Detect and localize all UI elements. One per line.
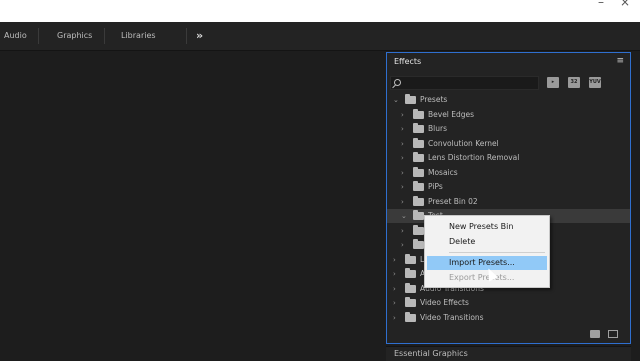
- chevron-right-icon[interactable]: ›: [401, 151, 404, 165]
- folder-icon: [405, 94, 416, 104]
- tree-item-pips[interactable]: › PiPs: [387, 180, 630, 194]
- chevron-right-icon[interactable]: ›: [393, 282, 396, 296]
- tree-item-presets[interactable]: ⌄ Presets: [387, 93, 630, 107]
- workspace-divider: [186, 28, 187, 44]
- tree-item-blurs[interactable]: › Blurs: [387, 122, 630, 136]
- panel-header: Effects ≡: [387, 53, 630, 73]
- folder-icon: [405, 311, 416, 322]
- chevron-right-icon[interactable]: ›: [401, 195, 404, 209]
- window-title-bar: – ×: [0, 0, 640, 22]
- workspace-tab-graphics[interactable]: Graphics: [57, 22, 92, 50]
- chevron-right-icon[interactable]: ›: [393, 296, 396, 310]
- workspace-tab-libraries[interactable]: Libraries: [121, 22, 156, 50]
- folder-icon: [413, 166, 424, 177]
- panel-menu-icon[interactable]: ≡: [616, 56, 624, 66]
- folder-icon: [413, 152, 424, 162]
- panel-title[interactable]: Effects: [394, 57, 421, 66]
- chevron-right-icon[interactable]: ›: [401, 166, 404, 180]
- chevron-right-icon[interactable]: ›: [401, 137, 404, 151]
- folder-icon: [413, 137, 424, 148]
- chevron-right-icon[interactable]: ›: [393, 267, 396, 281]
- folder-icon: [413, 239, 424, 249]
- chevron-right-icon[interactable]: ›: [401, 122, 404, 136]
- chevron-right-icon[interactable]: ›: [401, 180, 404, 194]
- accelerated-effects-icon[interactable]: ▸: [547, 77, 559, 88]
- workspace-divider: [104, 28, 105, 44]
- chevron-right-icon[interactable]: ›: [393, 311, 396, 325]
- tree-item-mosaics[interactable]: › Mosaics: [387, 166, 630, 180]
- 32bit-icon[interactable]: 32: [568, 77, 580, 88]
- tree-item-video-effects[interactable]: › Video Effects: [387, 296, 630, 310]
- tree-item-label: Video Transitions: [420, 312, 484, 322]
- chevron-down-icon[interactable]: ⌄: [401, 209, 407, 223]
- tree-item-label: PiPs: [428, 182, 443, 191]
- tree-item-convolution-kernel[interactable]: › Convolution Kernel: [387, 137, 630, 151]
- folder-icon: [405, 253, 416, 264]
- tree-item-label: Preset Bin 02: [428, 196, 478, 206]
- minimize-icon[interactable]: –: [598, 0, 604, 8]
- chevron-right-icon[interactable]: ›: [401, 238, 404, 252]
- folder-icon: [413, 108, 424, 119]
- panel-title[interactable]: Essential Graphics: [394, 349, 468, 358]
- tree-item-bevel-edges[interactable]: › Bevel Edges: [387, 108, 630, 122]
- folder-icon: [405, 297, 416, 307]
- tree-item-label: Presets: [420, 95, 448, 104]
- folder-icon: [413, 224, 424, 235]
- new-bin-icon[interactable]: [590, 330, 600, 338]
- tree-item-video-transitions[interactable]: › Video Transitions: [387, 311, 630, 325]
- menu-item-new-presets-bin[interactable]: New Presets Bin: [427, 220, 547, 234]
- chevron-down-icon[interactable]: ⌄: [393, 93, 399, 107]
- chevron-right-icon[interactable]: ›: [401, 108, 404, 122]
- trash-icon[interactable]: [608, 330, 618, 338]
- folder-icon: [413, 181, 424, 191]
- effects-search-input[interactable]: [390, 76, 539, 90]
- essential-graphics-panel: Essential Graphics: [386, 346, 631, 361]
- workspace-tab-audio[interactable]: Audio: [4, 22, 27, 50]
- folder-icon: [405, 282, 416, 293]
- tree-item-label: Bevel Edges: [428, 109, 475, 119]
- effects-panel: Effects ≡ ▸ 32 YUV ⌄ Presets › Bevel Edg…: [386, 52, 631, 344]
- workspace-more-button[interactable]: »: [196, 22, 203, 50]
- menu-item-delete[interactable]: Delete: [427, 235, 547, 249]
- tree-item-label: Video Effects: [420, 298, 469, 307]
- folder-icon: [413, 195, 424, 206]
- menu-separator: [449, 252, 545, 253]
- workspace-bar: Audio Graphics Libraries »: [0, 22, 640, 51]
- tree-item-label: Lens Distortion Removal: [428, 153, 520, 162]
- program-monitor-area: [0, 51, 384, 360]
- chevron-right-icon[interactable]: ›: [401, 224, 404, 238]
- tree-item-label: Blurs: [428, 124, 447, 133]
- tree-item-label: Mosaics: [428, 167, 458, 177]
- tree-item-preset-bin-02[interactable]: › Preset Bin 02: [387, 195, 630, 209]
- folder-icon: [405, 268, 416, 278]
- search-icon: [394, 79, 401, 86]
- yuv-icon[interactable]: YUV: [589, 77, 601, 88]
- tree-item-label: Convolution Kernel: [428, 138, 499, 148]
- chevron-right-icon[interactable]: ›: [393, 253, 396, 267]
- folder-icon: [413, 123, 424, 133]
- workspace-divider: [38, 28, 39, 44]
- close-icon[interactable]: ×: [620, 0, 630, 8]
- tree-item-lens-distortion-removal[interactable]: › Lens Distortion Removal: [387, 151, 630, 165]
- folder-icon: [413, 210, 424, 220]
